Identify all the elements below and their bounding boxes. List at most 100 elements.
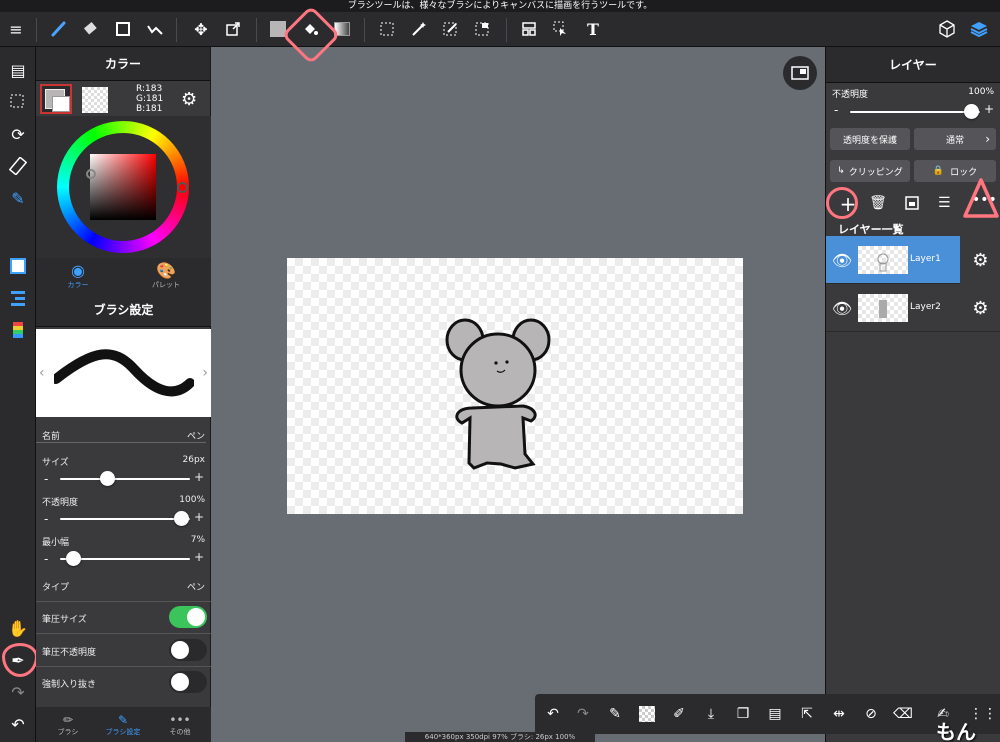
operation-icon[interactable]: [548, 16, 574, 42]
name-label: 名前: [42, 432, 61, 442]
gear-icon[interactable]: ⚙: [181, 89, 197, 110]
select-rect-icon[interactable]: [374, 16, 400, 42]
flip-icon[interactable]: ⇹: [827, 702, 851, 726]
more-icon: •••: [169, 713, 191, 727]
brush-settings-title: ブラシ設定: [36, 293, 211, 327]
size-slider[interactable]: [60, 478, 190, 480]
eye-icon[interactable]: 👁: [826, 236, 858, 284]
clipping-label: クリッピング: [848, 167, 903, 178]
eye-icon[interactable]: 👁: [826, 284, 858, 332]
paste-icon[interactable]: ▤: [763, 702, 787, 726]
layer-row[interactable]: 👁 Layer1 ⚙: [826, 236, 1000, 284]
blend-mode-label: 通常: [945, 135, 964, 146]
move-icon[interactable]: ✥: [188, 16, 214, 42]
palette-bars-icon[interactable]: [4, 317, 32, 343]
plus-icon[interactable]: +: [984, 102, 994, 116]
color-wheel-area: [36, 116, 211, 258]
magic-wand-icon[interactable]: [406, 16, 432, 42]
gear-icon[interactable]: ⚙: [960, 284, 1000, 332]
gear-icon[interactable]: ⚙: [960, 236, 1000, 284]
selection-icon[interactable]: [4, 89, 32, 115]
tab-other-label: その他: [169, 728, 191, 736]
minus-icon[interactable]: -: [44, 472, 48, 486]
filter-icon[interactable]: [142, 16, 168, 42]
clear-canvas-icon[interactable]: [635, 702, 659, 726]
minus-icon[interactable]: -: [834, 103, 838, 117]
text-tool-button[interactable]: T: [580, 16, 606, 42]
layer-row[interactable]: 👁 Layer2 ⚙: [826, 284, 1000, 332]
layer-opacity-knob[interactable]: [964, 104, 979, 119]
blend-mode-button[interactable]: 通常 ›: [914, 128, 996, 150]
hand-icon[interactable]: ✋: [4, 615, 32, 641]
color-swap-icon[interactable]: [4, 253, 32, 279]
frame-icon[interactable]: [516, 16, 542, 42]
plus-icon[interactable]: +: [194, 470, 204, 484]
tab-other[interactable]: ••• その他: [160, 713, 200, 737]
download-icon[interactable]: ⤓: [699, 702, 723, 726]
drawing-canvas[interactable]: [287, 258, 743, 514]
pen-icon[interactable]: ✐: [667, 702, 691, 726]
minus-icon[interactable]: -: [44, 512, 48, 526]
rotate-off-icon[interactable]: ⊘: [859, 702, 883, 726]
brush-icon[interactable]: [46, 16, 72, 42]
ruler-icon[interactable]: [4, 153, 32, 179]
layer-image-icon[interactable]: [904, 195, 924, 215]
tab-brush[interactable]: ✏ ブラシ: [48, 713, 88, 737]
material-icon[interactable]: [934, 16, 960, 42]
undo-icon[interactable]: ↶: [4, 711, 32, 737]
transform-icon[interactable]: [220, 16, 246, 42]
square-icon[interactable]: [110, 16, 136, 42]
rotate-icon[interactable]: ⟳: [4, 121, 32, 147]
opacity-knob[interactable]: [174, 511, 189, 526]
pressure-opacity-toggle[interactable]: [169, 639, 207, 661]
transparent-swatch[interactable]: [82, 87, 108, 113]
redo-icon[interactable]: ↷: [4, 679, 32, 705]
main-color-swatch[interactable]: [40, 84, 72, 114]
eraser-icon[interactable]: [78, 16, 104, 42]
protect-alpha-button[interactable]: 透明度を保護: [830, 128, 910, 150]
name-value[interactable]: ペン: [187, 429, 205, 442]
panel-tabs: ✏ ブラシ ✎ ブラシ設定 ••• その他: [36, 707, 211, 742]
forced-fade-toggle[interactable]: [169, 671, 207, 693]
hue-ring[interactable]: [57, 121, 189, 253]
select-eraser-icon[interactable]: [470, 16, 496, 42]
chevron-left-icon[interactable]: ‹: [39, 365, 45, 381]
tab-palette[interactable]: 🎨 パレット: [144, 261, 188, 290]
color-panel-title: カラー: [36, 47, 210, 81]
redo-icon[interactable]: ↷: [571, 702, 595, 726]
navigator-icon[interactable]: [783, 56, 817, 90]
layer-name: Layer1: [910, 254, 941, 264]
clipping-button[interactable]: ↳ クリッピング: [830, 160, 910, 182]
minus-icon[interactable]: -: [44, 552, 48, 566]
menu-icon[interactable]: ≡: [3, 16, 29, 42]
type-value[interactable]: ペン: [187, 580, 205, 593]
document-icon[interactable]: ▤: [4, 57, 32, 83]
layer-opacity-value: 100%: [968, 87, 994, 97]
color-tabs: ◉ カラー 🎨 パレット: [36, 258, 211, 293]
saturation-square[interactable]: [90, 154, 156, 220]
layer-list-icon[interactable]: [4, 285, 32, 311]
plus-icon[interactable]: +: [194, 550, 204, 564]
opacity-slider[interactable]: [60, 518, 190, 520]
size-knob[interactable]: [100, 471, 115, 486]
tab-brush-settings[interactable]: ✎ ブラシ設定: [102, 713, 144, 737]
erase-icon[interactable]: ⌫: [891, 702, 915, 726]
min-width-knob[interactable]: [66, 551, 81, 566]
chevron-right-icon[interactable]: ›: [202, 365, 208, 381]
copy-icon[interactable]: ❐: [731, 702, 755, 726]
layer-opacity-slider[interactable]: [850, 111, 980, 113]
type-label: タイプ: [42, 583, 70, 593]
pen-tool-icon[interactable]: ✎: [4, 185, 32, 211]
min-width-value: 7%: [190, 535, 205, 545]
layer-stack-icon[interactable]: [966, 16, 992, 42]
plus-icon[interactable]: +: [194, 510, 204, 524]
pressure-size-toggle[interactable]: [169, 606, 207, 628]
brush-swap-icon[interactable]: ✎: [603, 702, 627, 726]
select-pen-icon[interactable]: [438, 16, 464, 42]
chevron-right-icon: ›: [985, 132, 990, 146]
undo-icon[interactable]: ↶: [541, 702, 565, 726]
list-icon[interactable]: ☰: [938, 195, 958, 211]
export-icon[interactable]: ⇱: [795, 702, 819, 726]
trash-icon[interactable]: 🗑: [868, 195, 888, 211]
tab-color[interactable]: ◉ カラー: [56, 261, 100, 290]
